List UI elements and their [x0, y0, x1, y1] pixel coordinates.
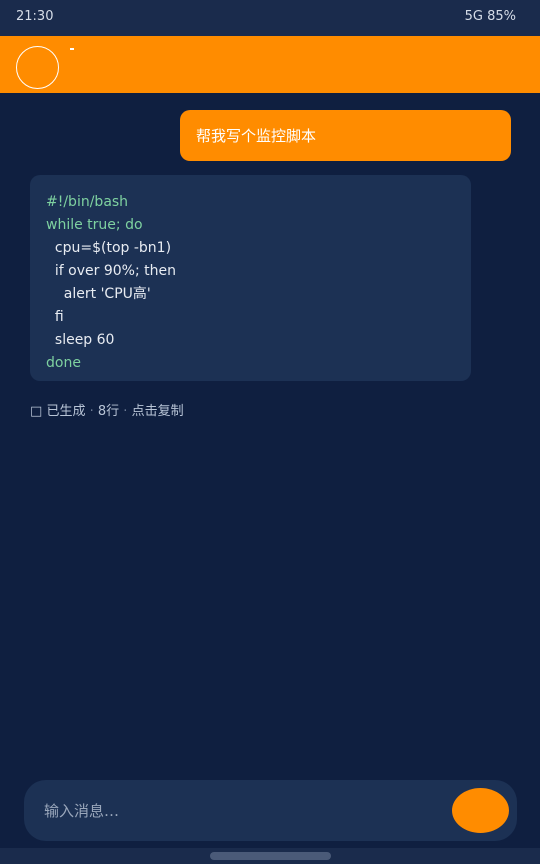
- message-input[interactable]: [44, 800, 424, 822]
- document-icon: □: [30, 404, 43, 419]
- code-line: done: [46, 355, 81, 371]
- home-indicator[interactable]: [210, 852, 331, 860]
- send-button[interactable]: [452, 788, 509, 833]
- message-composer: [24, 780, 517, 841]
- status-network-battery: 5G 85%: [464, 9, 516, 24]
- code-line: sleep 60: [46, 332, 115, 348]
- header-title-mark: [70, 48, 74, 50]
- avatar[interactable]: [16, 46, 59, 89]
- status-bar: 21:30 5G 85%: [0, 0, 540, 36]
- code-message-bubble[interactable]: #!/bin/bash while true; do cpu=$(top -bn…: [30, 175, 471, 381]
- code-meta-line: □ 已生成 · 8行 · 点击复制: [30, 400, 184, 419]
- meta-separator: ·: [89, 404, 94, 419]
- chat-header: [0, 36, 540, 93]
- copy-link[interactable]: 点击复制: [132, 404, 184, 419]
- chat-screen: 21:30 5G 85% 帮我写个监控脚本 #!/bin/bash while …: [0, 0, 540, 864]
- code-line: if over 90%; then: [46, 263, 176, 279]
- code-line: while true; do: [46, 217, 143, 233]
- user-message-text: 帮我写个监控脚本: [196, 127, 317, 145]
- status-time: 21:30: [16, 9, 54, 24]
- user-message-bubble[interactable]: 帮我写个监控脚本: [180, 110, 511, 161]
- generated-status: 已生成: [46, 404, 86, 419]
- code-line: cpu=$(top -bn1): [46, 240, 172, 256]
- meta-separator: ·: [123, 404, 128, 419]
- code-line: fi: [46, 309, 64, 325]
- code-line: #!/bin/bash: [46, 194, 129, 210]
- code-line: alert 'CPU高': [46, 286, 151, 302]
- line-count: 8行: [97, 404, 120, 419]
